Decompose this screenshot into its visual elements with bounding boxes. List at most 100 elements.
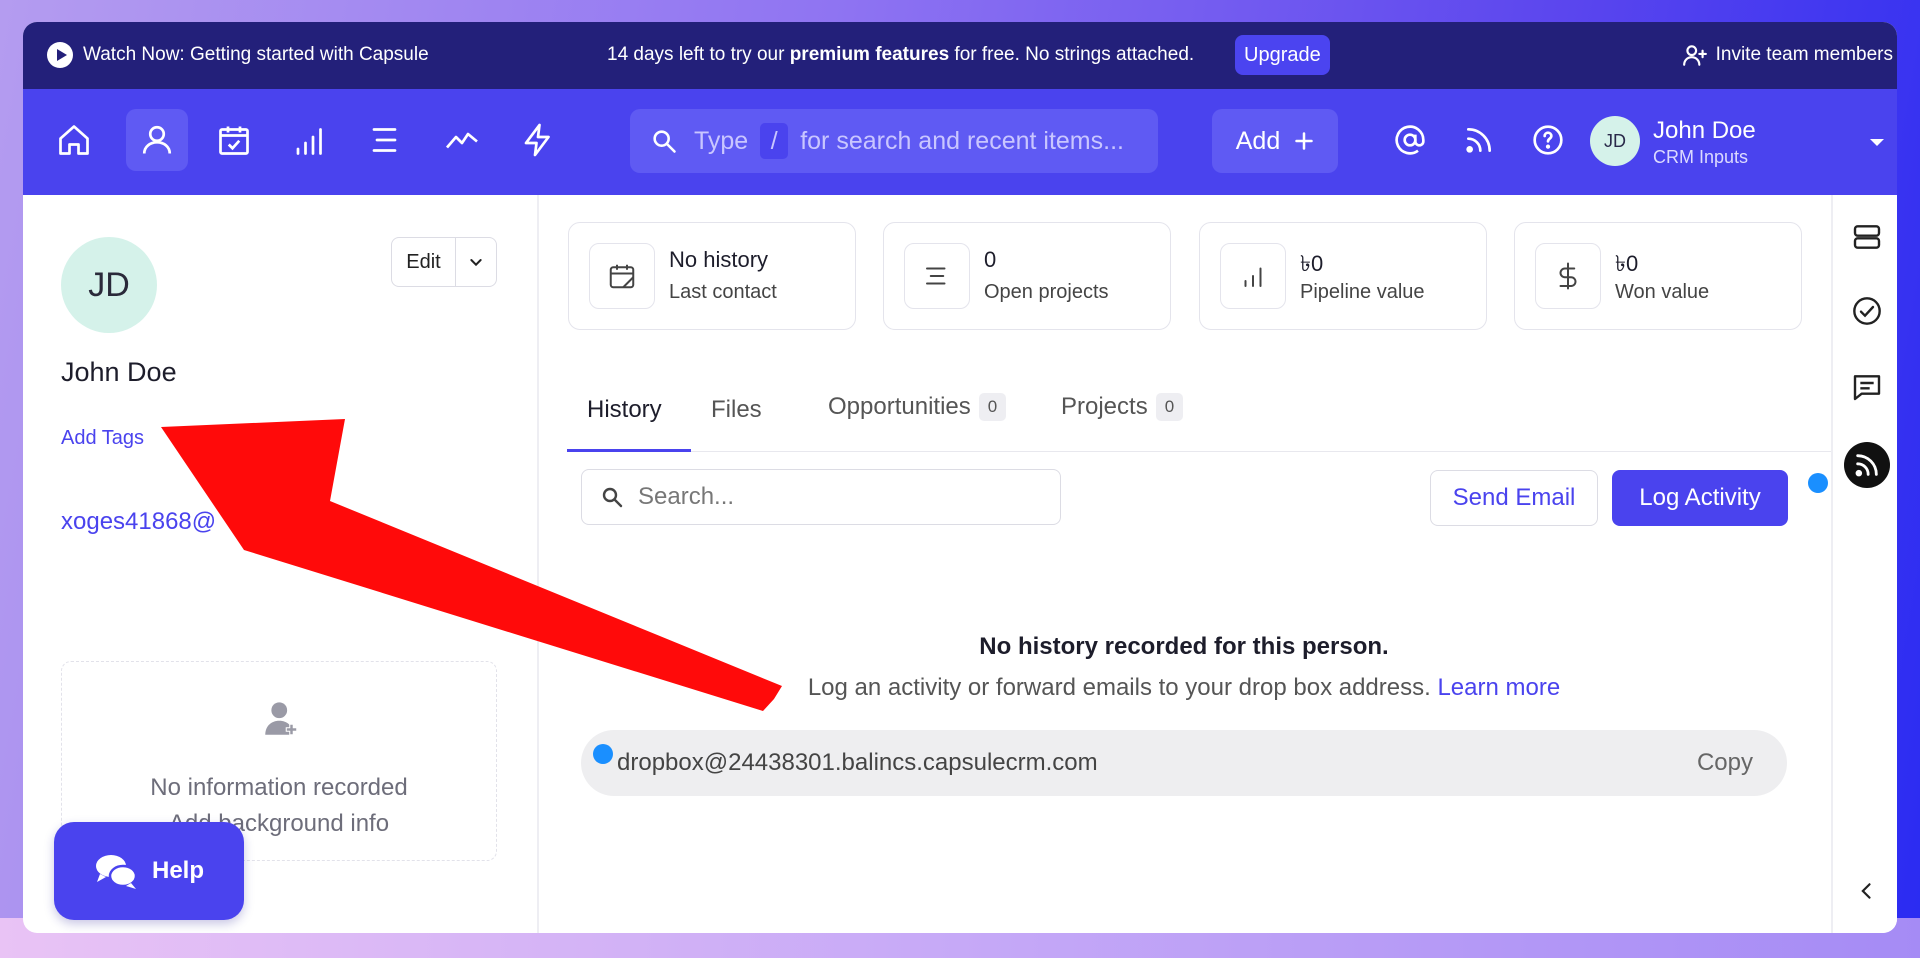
bar-chart-icon [1244,267,1262,287]
chevron-left-icon [1861,883,1871,899]
nav-help[interactable] [1517,109,1579,171]
list-icon [372,128,397,152]
user-account: CRM Inputs [1653,147,1749,167]
help-label: Help [151,857,204,884]
watch-now-label: Watch Now: Getting started with Capsule [83,44,429,65]
nav-feed[interactable] [1448,109,1510,171]
edit-button[interactable]: Edit [392,238,456,286]
nav-home[interactable] [43,109,105,171]
check-circle-icon [1853,297,1881,325]
search-icon [602,487,623,508]
stat-value: ৳0 [1300,251,1324,276]
stat-label: Won value [1615,281,1710,303]
stat-icon-box [904,243,970,309]
rail-tasks[interactable] [1847,291,1887,331]
list-icon [926,267,946,285]
rail-feed[interactable] [1844,442,1890,488]
calendar-note-icon [609,264,635,289]
nav-calendar[interactable] [203,109,265,171]
bar-chart-icon [296,128,322,155]
log-activity-button[interactable]: Log Activity [1612,470,1788,526]
at-icon [1395,125,1425,155]
search-icon [653,130,676,153]
indicator-dot [593,744,613,764]
tab-label: Projects [1061,393,1148,420]
tab-projects[interactable]: Projects 0 [1061,393,1184,421]
watch-now-link[interactable]: Watch Now: Getting started with Capsule [47,42,429,68]
search-placeholder: for search and recent items... [800,126,1124,155]
tab-history[interactable]: History [587,396,662,424]
empty-history-text: Log an activity or forward emails to you… [807,674,1431,701]
trend-icon [445,132,478,149]
help-button[interactable]: Help [54,822,244,920]
person-icon [142,125,172,154]
chat-bubbles-icon [95,855,138,889]
app-window: Watch Now: Getting started with Capsule … [23,22,1897,933]
dropbox-address-bar: dropbox@24438301.balincs.capsulecrm.com … [581,730,1787,796]
nav-workflows[interactable] [507,109,569,171]
invite-team-link[interactable]: Invite team members [1682,42,1893,68]
lightning-icon [524,123,550,157]
rail-stack[interactable] [1847,217,1887,257]
rail-collapse[interactable] [1847,871,1887,911]
trial-bold: premium features [789,44,950,65]
stat-pipeline-value: ৳0 Pipeline value [1199,222,1487,330]
chevron-down-icon [470,259,482,267]
stat-won-value: ৳0 Won value [1514,222,1802,330]
trial-suffix: for free. No strings attached. [949,44,1195,65]
trial-message: 14 days left to try our premium features… [607,44,1194,66]
learn-more-link[interactable]: Learn more [1437,674,1560,701]
global-search-input[interactable]: Type / for search and recent items... [630,109,1158,173]
nav-projects[interactable] [355,109,417,171]
contact-avatar: JD [61,237,157,333]
plus-icon [1295,132,1313,150]
trial-prefix: 14 days left to try our [607,44,790,65]
history-search-input[interactable]: Search... [581,469,1061,525]
add-button[interactable]: Add [1212,109,1338,173]
help-circle-icon [1533,125,1563,155]
profile-sidebar: JD Edit John Doe Add Tags xoges41868@ No… [23,195,539,933]
right-rail [1831,195,1897,933]
home-icon [59,125,89,155]
stat-icon-box [589,243,655,309]
empty-history-title: No history recorded for this person. [979,633,1389,660]
active-tab-indicator [567,449,691,452]
count-badge: 0 [1155,393,1184,421]
feed-icon [1466,128,1491,153]
stack-icon [1853,225,1881,249]
send-email-button[interactable]: Send Email [1430,470,1598,526]
tab-label: Files [711,396,762,423]
rail-messages[interactable] [1847,367,1887,407]
dropbox-address[interactable]: dropbox@24438301.balincs.capsulecrm.com [617,749,1098,777]
tab-opportunities[interactable]: Opportunities 0 [828,393,1007,421]
add-label: Add [1235,126,1281,155]
upgrade-button[interactable]: Upgrade [1235,35,1330,75]
edit-button-group: Edit [391,237,497,287]
history-search-placeholder: Search... [638,483,735,510]
tab-label: Opportunities [828,393,971,420]
user-name[interactable]: John Doe [1653,117,1756,145]
contact-email[interactable]: xoges41868@ [61,508,216,536]
feed-icon [1855,454,1878,477]
no-info-text: No information recorded [150,774,408,801]
contact-tabs: History Files Opportunities 0 Projects 0 [567,372,1853,452]
stat-open-projects: 0 Open projects [883,222,1171,330]
stat-label: Last contact [669,281,777,303]
contact-name: John Doe [61,357,177,387]
add-user-icon [1682,45,1707,66]
user-avatar[interactable]: JD [1590,116,1640,166]
edit-menu-toggle[interactable] [456,238,496,286]
nav-people[interactable] [126,109,188,171]
stat-icon-box [1220,243,1286,309]
chevron-down-icon[interactable] [1870,139,1884,146]
tab-files[interactable]: Files [711,396,762,424]
add-tags-link[interactable]: Add Tags [61,427,144,450]
stat-icon-box [1535,243,1601,309]
nav-mentions[interactable] [1379,109,1441,171]
nav-reports[interactable] [431,109,493,171]
stat-label: Pipeline value [1300,281,1425,303]
copy-button[interactable]: Copy [1697,749,1753,777]
nav-pipeline[interactable] [279,109,341,171]
stat-last-contact: No history Last contact [568,222,856,330]
stat-value: No history [669,247,769,272]
